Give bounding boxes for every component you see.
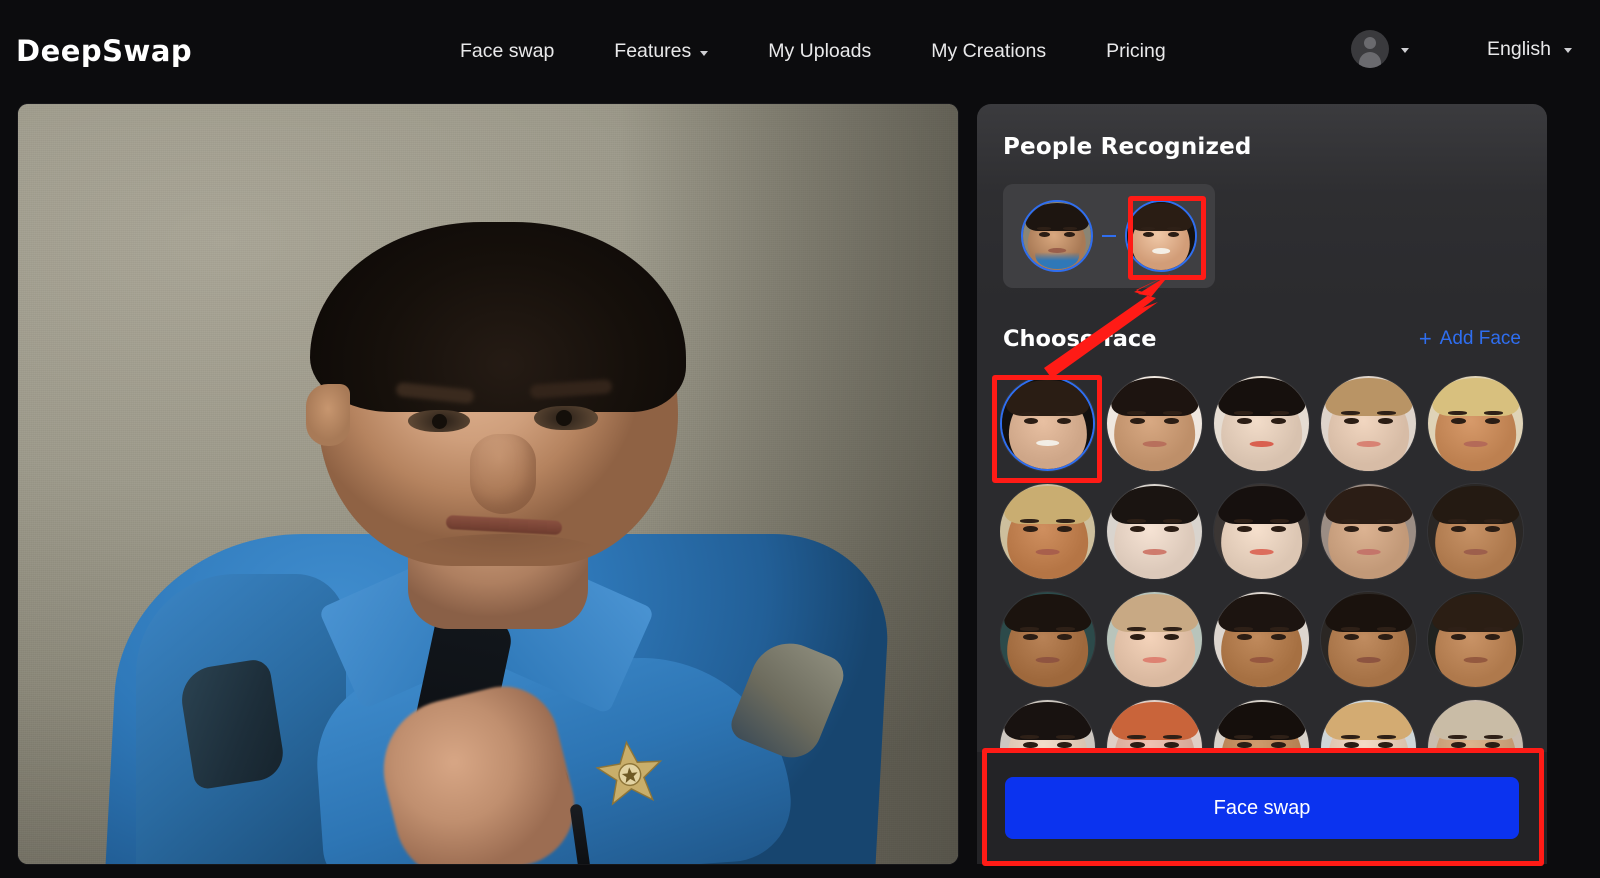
face-child-smiling[interactable] bbox=[1107, 592, 1202, 687]
face-thumbnail bbox=[1023, 202, 1091, 270]
face-older-man-squinting[interactable] bbox=[1000, 484, 1095, 579]
add-face-label: Add Face bbox=[1439, 328, 1521, 349]
face-bearded-man-dark[interactable] bbox=[1000, 592, 1095, 687]
face-brunette-woman[interactable] bbox=[1321, 484, 1416, 579]
recognized-person-pair[interactable] bbox=[1003, 184, 1215, 288]
face-thumbnail bbox=[1127, 202, 1195, 270]
chevron-down-icon bbox=[1564, 48, 1572, 53]
face-stubble-man[interactable] bbox=[1107, 376, 1202, 471]
face-thumbnail bbox=[1321, 376, 1416, 471]
nav-label: Face swap bbox=[460, 40, 555, 62]
face-thumbnail bbox=[1000, 484, 1095, 579]
face-older-man-frowning[interactable] bbox=[1428, 376, 1523, 471]
choose-face-header: Choose face + Add Face bbox=[1003, 326, 1521, 352]
face-thumbnail bbox=[1428, 484, 1523, 579]
nav-item-my-uploads[interactable]: My Uploads bbox=[738, 36, 901, 67]
add-face-button[interactable]: + Add Face bbox=[1419, 328, 1521, 350]
chevron-down-icon bbox=[700, 50, 709, 56]
nav-item-pricing[interactable]: Pricing bbox=[1076, 36, 1196, 67]
face-blonde-woman[interactable] bbox=[1321, 376, 1416, 471]
user-avatar-icon bbox=[1351, 30, 1390, 68]
uploaded-media-preview bbox=[18, 104, 958, 864]
face-asian-woman-smiling[interactable] bbox=[1214, 484, 1309, 579]
media-preview-panel[interactable] bbox=[18, 104, 958, 864]
nav-item-my-creations[interactable]: My Creations bbox=[901, 36, 1076, 67]
face-bearded-man-beanie[interactable] bbox=[1428, 592, 1523, 687]
face-asian-woman-pale[interactable] bbox=[1107, 484, 1202, 579]
main-navigation: Face swap Features My Uploads My Creatio… bbox=[430, 36, 1196, 67]
face-thumbnail bbox=[1002, 378, 1093, 469]
face-asian-woman-long-hair[interactable] bbox=[1214, 376, 1309, 471]
plus-icon: + bbox=[1418, 326, 1432, 351]
police-star-badge-icon bbox=[595, 740, 663, 806]
chevron-down-icon bbox=[1401, 48, 1410, 53]
chin-shadow bbox=[398, 534, 608, 580]
face-thumbnail bbox=[1107, 592, 1202, 687]
nav-item-face-swap[interactable]: Face swap bbox=[430, 36, 584, 67]
eye-left bbox=[408, 410, 470, 432]
nav-item-features[interactable]: Features bbox=[584, 36, 738, 67]
face-thumbnail bbox=[1428, 592, 1523, 687]
officer-ear bbox=[306, 384, 350, 446]
face-smiling-young-man[interactable] bbox=[1000, 376, 1095, 471]
nav-label: My Uploads bbox=[768, 40, 872, 62]
brand-logo[interactable]: DeepSwap bbox=[16, 34, 192, 68]
face-selection-panel: People Recognized Choose face + Add Face bbox=[977, 104, 1547, 864]
top-header: DeepSwap Face swap Features My Uploads M… bbox=[0, 0, 1600, 98]
uniform-epaulette-left bbox=[177, 657, 287, 791]
choose-face-title: Choose face bbox=[1003, 326, 1157, 352]
language-selector[interactable]: English bbox=[1487, 38, 1572, 61]
account-menu[interactable] bbox=[1351, 30, 1410, 68]
nose bbox=[470, 434, 536, 514]
people-recognized-title: People Recognized bbox=[1003, 134, 1252, 160]
face-thumbnail bbox=[1107, 484, 1202, 579]
face-thumbnail bbox=[1107, 376, 1202, 471]
panel-footer: Face swap bbox=[977, 752, 1547, 864]
swap-arrow bbox=[1102, 235, 1116, 237]
face-thumbnail bbox=[1428, 376, 1523, 471]
brand-logo-text: DeepSwap bbox=[16, 34, 193, 68]
face-thumbnail bbox=[1000, 592, 1095, 687]
language-label: English bbox=[1487, 37, 1551, 60]
face-thumbnail bbox=[1214, 484, 1309, 579]
face-thumbnail bbox=[1214, 592, 1309, 687]
detected-face-in-media[interactable] bbox=[1021, 200, 1093, 272]
face-thumbnail bbox=[1214, 376, 1309, 471]
face-bearded-man-side[interactable] bbox=[1428, 484, 1523, 579]
face-swap-button[interactable]: Face swap bbox=[1005, 777, 1519, 839]
face-thumbnail bbox=[1321, 592, 1416, 687]
face-man-goatee[interactable] bbox=[1321, 592, 1416, 687]
face-thumbnail bbox=[1321, 484, 1416, 579]
eye-right bbox=[534, 406, 598, 430]
face-bearded-man-looking-left[interactable] bbox=[1214, 592, 1309, 687]
selected-replacement-face[interactable] bbox=[1125, 200, 1197, 272]
nav-label: My Creations bbox=[931, 40, 1047, 62]
nav-label: Features bbox=[614, 40, 692, 62]
header-right-controls: English bbox=[1351, 30, 1572, 68]
nav-label: Pricing bbox=[1106, 40, 1166, 62]
